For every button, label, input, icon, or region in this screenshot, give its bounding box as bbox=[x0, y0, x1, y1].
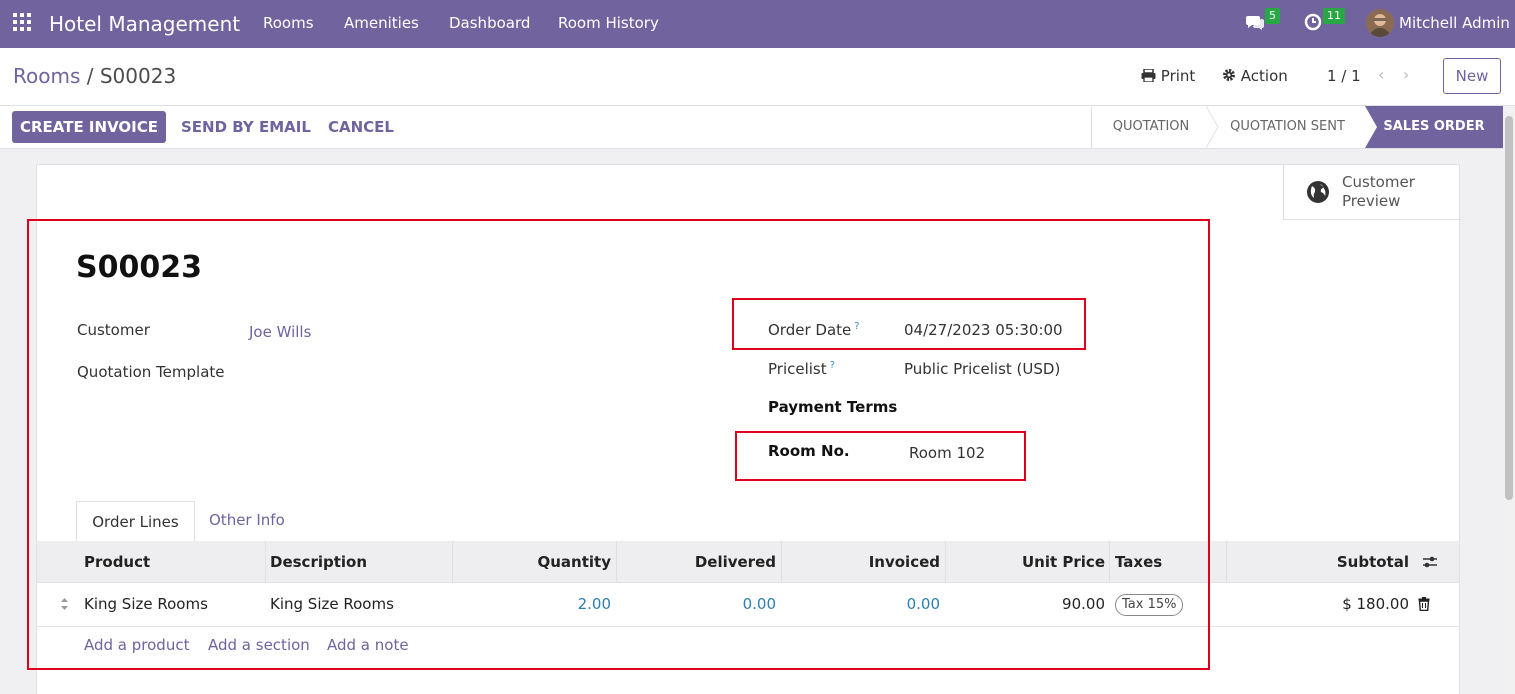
chat-count-badge: 5 bbox=[1265, 8, 1280, 24]
print-button[interactable]: Print bbox=[1141, 67, 1195, 85]
activities-button[interactable]: 11 bbox=[1303, 8, 1345, 36]
breadcrumb: Rooms / S00023 bbox=[13, 64, 176, 88]
pager-value[interactable]: 1 / 1 bbox=[1327, 67, 1361, 85]
menu-amenities[interactable]: Amenities bbox=[344, 14, 419, 32]
user-name[interactable]: Mitchell Admin bbox=[1399, 14, 1510, 32]
optional-columns-icon[interactable] bbox=[1422, 555, 1438, 569]
top-navbar: Hotel Management Rooms Amenities Dashboa… bbox=[0, 0, 1515, 48]
action-button[interactable]: Action bbox=[1222, 67, 1288, 85]
app-grid-icon[interactable] bbox=[13, 13, 31, 31]
customer-preview-button[interactable]: Customer Preview bbox=[1283, 165, 1461, 220]
trash-icon[interactable] bbox=[1418, 597, 1430, 611]
gear-icon bbox=[1223, 69, 1235, 81]
create-invoice-button[interactable]: CREATE INVOICE bbox=[12, 111, 166, 143]
col-subtotal[interactable]: Subtotal bbox=[1337, 553, 1409, 571]
send-by-email-button[interactable]: SEND BY EMAIL bbox=[181, 118, 311, 136]
stage-quotation[interactable]: QUOTATION bbox=[1091, 106, 1210, 148]
messages-button[interactable]: 5 bbox=[1245, 8, 1280, 36]
highlight-box-room-no bbox=[735, 431, 1026, 481]
control-panel: Rooms / S00023 Print Action 1 / 1 ‹ › Ne… bbox=[0, 48, 1515, 106]
print-label: Print bbox=[1160, 67, 1196, 85]
clock-icon bbox=[1304, 13, 1322, 31]
app-brand[interactable]: Hotel Management bbox=[49, 12, 240, 36]
globe-icon bbox=[1307, 181, 1329, 203]
breadcrumb-current: S00023 bbox=[99, 64, 177, 88]
chat-icon bbox=[1246, 16, 1264, 30]
cell-subtotal: $ 180.00 bbox=[1342, 595, 1409, 613]
avatar-icon bbox=[1366, 9, 1394, 37]
new-button[interactable]: New bbox=[1443, 58, 1501, 94]
scrollbar[interactable] bbox=[1503, 106, 1515, 694]
printer-icon bbox=[1141, 68, 1156, 83]
breadcrumb-separator: / bbox=[86, 64, 94, 88]
pager-next-icon[interactable]: › bbox=[1403, 65, 1409, 84]
status-bar: CREATE INVOICE SEND BY EMAIL CANCEL QUOT… bbox=[0, 106, 1503, 149]
pager-previous-icon[interactable]: ‹ bbox=[1378, 65, 1384, 84]
stage-sales-order[interactable]: SALES ORDER bbox=[1365, 106, 1503, 148]
breadcrumb-rooms[interactable]: Rooms bbox=[13, 64, 80, 88]
scrollbar-thumb[interactable] bbox=[1505, 116, 1513, 500]
cancel-button[interactable]: CANCEL bbox=[328, 118, 394, 136]
activity-count-badge: 11 bbox=[1323, 8, 1345, 24]
menu-dashboard[interactable]: Dashboard bbox=[449, 14, 530, 32]
stage-quotation-sent[interactable]: QUOTATION SENT bbox=[1210, 106, 1365, 148]
menu-room-history[interactable]: Room History bbox=[558, 14, 659, 32]
menu-rooms[interactable]: Rooms bbox=[263, 14, 314, 32]
action-label: Action bbox=[1240, 67, 1288, 85]
customer-preview-label: Customer Preview bbox=[1342, 173, 1415, 210]
highlight-box-order-date bbox=[732, 298, 1086, 350]
highlight-box-main bbox=[27, 219, 1210, 670]
user-avatar[interactable] bbox=[1366, 9, 1394, 37]
column-divider bbox=[1226, 541, 1227, 583]
stage-chevron-icon bbox=[1365, 106, 1377, 148]
